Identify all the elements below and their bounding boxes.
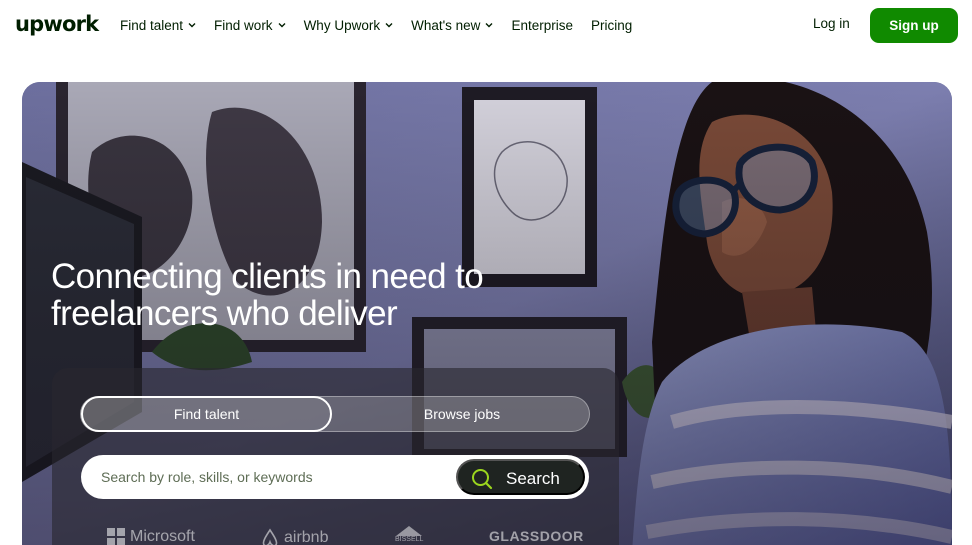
hero-banner: Connecting clients in need to freelancer… — [22, 82, 952, 545]
mode-toggle: Find talent Browse jobs — [80, 396, 590, 432]
microsoft-icon — [107, 528, 125, 545]
chevron-down-icon — [485, 21, 493, 29]
main-menu: Find talent Find work Why Upwork What's … — [120, 0, 650, 50]
microsoft-logo: Microsoft — [107, 528, 195, 545]
bissell-icon — [396, 526, 423, 536]
menu-find-work-label: Find work — [214, 17, 273, 33]
trusted-logos: Microsoft airbnb BISSELL GLASSDOOR — [107, 526, 583, 545]
top-navigation: upwork Find talent Find work Why Upwork … — [0, 0, 972, 52]
search-button-label: Search — [506, 469, 560, 488]
headline-line-2: freelancers who deliver — [51, 294, 398, 333]
tab-browse-jobs[interactable]: Browse jobs — [335, 397, 589, 431]
menu-why-upwork-label: Why Upwork — [303, 17, 381, 33]
menu-whats-new-label: What's new — [411, 17, 481, 33]
login-link[interactable]: Log in — [813, 16, 850, 31]
menu-enterprise[interactable]: Enterprise — [511, 18, 573, 33]
search-panel: Find talent Browse jobs Search Microsoft… — [52, 368, 619, 545]
menu-enterprise-label: Enterprise — [511, 17, 573, 33]
chevron-down-icon — [278, 21, 286, 29]
search-icon — [471, 468, 493, 490]
glassdoor-logo: GLASSDOOR — [489, 528, 584, 544]
menu-whats-new[interactable]: What's new — [411, 18, 493, 33]
menu-find-work[interactable]: Find work — [214, 18, 286, 33]
menu-pricing-label: Pricing — [590, 17, 633, 33]
search-button[interactable]: Search — [456, 459, 585, 495]
search-input[interactable] — [101, 455, 441, 499]
menu-find-talent-label: Find talent — [120, 17, 184, 33]
menu-find-talent[interactable]: Find talent — [120, 18, 196, 33]
menu-pricing[interactable]: Pricing — [591, 18, 632, 33]
chevron-down-icon — [385, 21, 393, 29]
airbnb-logo: airbnb — [259, 528, 328, 545]
bissell-logo: BISSELL — [395, 526, 423, 543]
airbnb-label: airbnb — [284, 529, 329, 545]
chevron-down-icon — [188, 21, 196, 29]
hero-headline: Connecting clients in need to freelancer… — [51, 257, 484, 333]
bissell-label: BISSELL — [395, 536, 424, 543]
microsoft-label: Microsoft — [130, 528, 195, 545]
headline-line-1: Connecting clients in need to — [51, 257, 484, 296]
airbnb-icon — [262, 528, 278, 545]
tab-find-talent[interactable]: Find talent — [81, 396, 332, 432]
search-bar: Search — [81, 455, 589, 499]
glassdoor-label: GLASSDOOR — [489, 528, 584, 544]
upwork-logo[interactable]: upwork — [15, 12, 99, 36]
menu-why-upwork[interactable]: Why Upwork — [304, 18, 394, 33]
signup-button[interactable]: Sign up — [870, 8, 958, 43]
